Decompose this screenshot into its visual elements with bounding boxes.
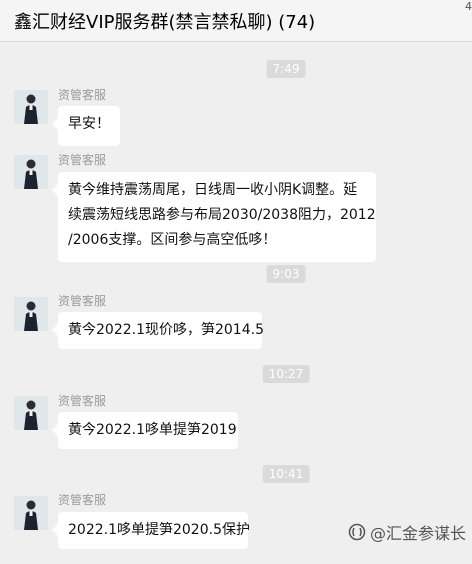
message-bubble[interactable]: 早安！: [52, 106, 120, 146]
sender-avatar[interactable]: [14, 297, 48, 331]
watermark: @汇金参谋长: [348, 520, 466, 544]
message-bubble[interactable]: 黄今维持震荡周尾，日线周一收小阴K调整。延 续震荡短线思路参与布局2030/20…: [52, 172, 376, 262]
sender-avatar[interactable]: [14, 90, 48, 124]
time-divider: 7:49: [266, 60, 306, 78]
sender-name: 资管客服: [58, 493, 107, 507]
person-avatar-icon: [14, 90, 48, 124]
sender-name: 资管客服: [58, 394, 107, 408]
message-text: 黄今2022.1哆单提笋2019: [68, 422, 237, 438]
sender-name: 资管客服: [58, 294, 107, 308]
sender-avatar[interactable]: [14, 496, 48, 530]
chat-title: 鑫汇财经VIP服务群(禁言禁私聊) (74): [14, 12, 316, 33]
message-text: 2022.1哆单提笋2020.5保护: [68, 522, 250, 538]
time-divider: 9:03: [266, 265, 306, 283]
message-bubble[interactable]: 黄今2022.1现价哆，笋2014.5: [52, 312, 264, 349]
watermark-text: @汇金参谋长: [369, 524, 466, 543]
message-text: 黄今2022.1现价哆，笋2014.5: [68, 322, 264, 338]
person-avatar-icon: [14, 297, 48, 331]
person-avatar-icon: [14, 396, 48, 430]
sender-name: 资管客服: [58, 88, 107, 102]
time-divider: 10:41: [262, 465, 310, 483]
message-line: 续震荡短线思路参与布局2030/2038阻力，2012: [68, 207, 376, 223]
platform-logo-icon: [348, 523, 366, 541]
time-divider: 10:27: [262, 365, 310, 383]
message-bubble[interactable]: 2022.1哆单提笋2020.5保护: [52, 512, 250, 549]
person-avatar-icon: [14, 155, 48, 189]
message-text: 早安！: [68, 116, 110, 132]
header-edge-mark: 4: [465, 0, 472, 13]
sender-name: 资管客服: [58, 153, 107, 167]
person-avatar-icon: [14, 496, 48, 530]
chat-header: 鑫汇财经VIP服务群(禁言禁私聊) (74) 4: [0, 0, 472, 42]
message-line: /2006支撑。区间参与高空低哆！: [68, 232, 277, 248]
sender-avatar[interactable]: [14, 155, 48, 189]
message-bubble[interactable]: 黄今2022.1哆单提笋2019: [52, 412, 238, 449]
sender-avatar[interactable]: [14, 396, 48, 430]
message-line: 黄今维持震荡周尾，日线周一收小阴K调整。延: [68, 182, 358, 198]
